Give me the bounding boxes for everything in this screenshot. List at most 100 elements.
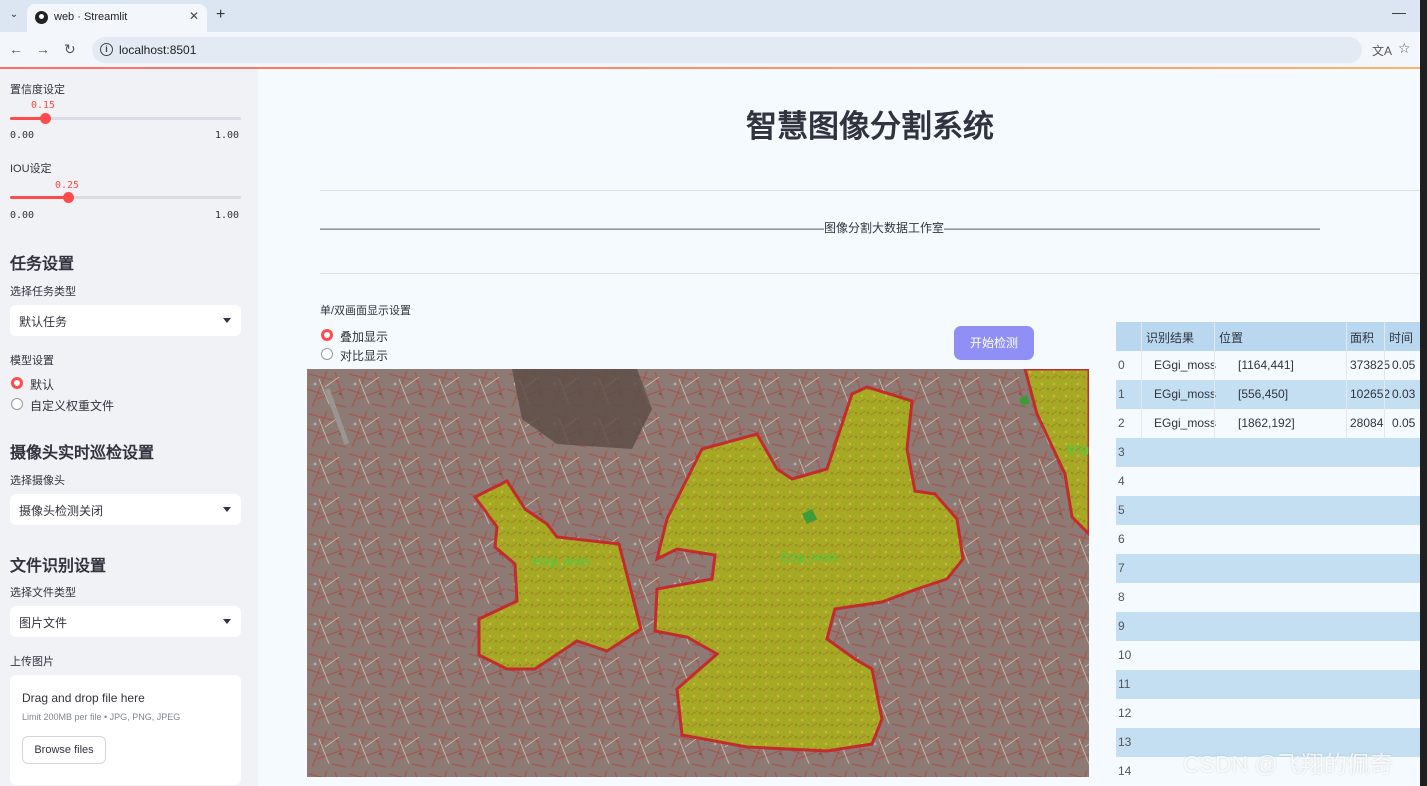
task-type-label: 选择任务类型 [10,286,76,298]
info-icon[interactable]: i [100,43,113,56]
studio-banner: ————————————————————————————————————————… [320,221,1320,235]
plus-icon[interactable]: + [216,6,225,24]
column-header-area[interactable]: 面积 [1350,329,1374,346]
table-row[interactable]: 4 [1116,467,1420,496]
file-type-select[interactable]: 图片文件 [10,606,241,637]
segmentation-canvas: EGgi_moss EGgi_moss EGgi_moss [307,369,1089,777]
confidence-slider-thumb[interactable] [39,113,51,124]
cell-result: EGgi_moss [1154,387,1217,401]
browser-window: ⌄ web · Streamlit ✕ + — ← → ↻ i localhos… [0,0,1420,786]
file-uploader-dropzone[interactable]: Drag and drop file here Limit 200MB per … [10,675,241,785]
file-heading: 文件识别设置 [10,558,107,575]
table-row[interactable]: 2 EGgi_moss [1862,192] 28084 0.05 [1116,409,1420,438]
camera-heading: 摄像头实时巡检设置 [10,445,155,462]
model-option-label: 自定义权重文件 [30,399,115,413]
star-icon[interactable]: ☆ [1398,40,1411,57]
column-divider [1384,322,1385,438]
column-header-time[interactable]: 时间 [1389,329,1413,346]
minimize-icon[interactable]: — [1392,4,1406,20]
file-type-value: 图片文件 [19,616,68,630]
chevron-down-icon [223,318,231,323]
row-index: 5 [1118,503,1125,517]
browse-files-button[interactable]: Browse files [22,736,106,764]
column-header-result[interactable]: 识别结果 [1146,329,1194,346]
watermark: CSDN @飞翔的佩奇 [1183,751,1393,777]
table-row[interactable]: 10 [1116,641,1420,670]
cell-position: [556,450] [1238,387,1289,401]
sidebar: 置信度设定 0.15 0.00 1.00 IOU设定 0.25 0.00 1.0… [0,69,258,786]
cell-area: 28084 [1350,416,1384,430]
table-row[interactable]: 5 [1116,496,1420,525]
row-index: 10 [1118,648,1132,662]
row-index: 14 [1118,764,1132,778]
confidence-min: 0.00 [10,130,35,141]
browser-tab[interactable]: web · Streamlit ✕ [27,4,207,32]
table-row[interactable]: 9 [1116,612,1420,641]
cell-position: [1862,192] [1238,416,1295,430]
radio-selected-icon[interactable] [321,329,333,341]
table-row[interactable]: 8 [1116,583,1420,612]
translate-icon[interactable]: 文A [1372,42,1392,59]
cell-result: EGgi_moss [1154,416,1217,430]
chevron-down-icon [223,619,231,624]
row-index: 2 [1118,416,1125,430]
camera-value: 摄像头检测关闭 [19,504,104,518]
model-label: 模型设置 [10,355,54,367]
radio-icon[interactable] [321,348,333,360]
segmentation-result-image: EGgi_moss EGgi_moss EGgi_moss [307,369,1089,777]
page-title: 智慧图像分割系统 [746,109,994,144]
cell-time: 0.05 [1392,358,1416,372]
radio-selected-icon[interactable] [11,377,23,389]
camera-select[interactable]: 摄像头检测关闭 [10,494,241,525]
iou-slider-thumb[interactable] [62,192,74,203]
mask-label: EGgi_moss [533,556,590,568]
address-bar[interactable]: i localhost:8501 [92,37,1362,63]
table-row[interactable]: 1 EGgi_moss [556,450] 102652 0.03 [1116,380,1420,409]
column-header-position[interactable]: 位置 [1219,329,1243,346]
iou-value: 0.25 [55,180,80,191]
start-detection-button[interactable]: 开始检测 [954,326,1034,360]
tab-title: web · Streamlit [54,11,128,23]
display-option-label: 对比显示 [340,349,389,363]
close-icon[interactable]: ✕ [189,9,199,23]
row-index: 1 [1118,387,1125,401]
iou-label: IOU设定 [10,163,52,175]
main-content: 智慧图像分割系统 ———————————————————————————————… [258,69,1420,786]
confidence-label: 置信度设定 [10,84,65,96]
chevron-down-icon [223,507,231,512]
column-divider [1346,322,1347,438]
cell-time: 0.05 [1392,416,1416,430]
address-toolbar: ← → ↻ i localhost:8501 [0,32,1420,68]
table-row[interactable]: 3 [1116,438,1420,467]
table-row[interactable]: 12 [1116,699,1420,728]
display-mode-label: 单/双画面显示设置 [320,305,412,317]
file-type-label: 选择文件类型 [10,587,76,599]
table-row[interactable]: 0 EGgi_moss [1164,441] 373825 0.05 [1116,351,1420,380]
upload-title: Drag and drop file here [22,691,145,705]
back-arrow-icon[interactable]: ← [9,41,23,57]
row-index: 3 [1118,445,1125,459]
iou-slider[interactable] [10,192,241,203]
confidence-value: 0.15 [31,100,56,111]
mask-label: EGgi_moss [781,552,838,564]
reload-icon[interactable]: ↻ [64,41,76,58]
table-row[interactable]: 11 [1116,670,1420,699]
model-option-label: 默认 [30,378,55,392]
confidence-slider[interactable] [10,113,241,124]
iou-max: 1.00 [215,210,240,221]
table-row[interactable]: 6 [1116,525,1420,554]
display-option-label: 叠加显示 [340,330,389,344]
task-heading: 任务设置 [10,256,75,273]
result-table[interactable]: 识别结果 位置 面积 时间 0 EGgi_moss [1164,441] 373825… [1116,322,1420,786]
forward-arrow-icon[interactable]: → [36,41,50,57]
url-text[interactable]: localhost:8501 [119,43,196,57]
divider [320,273,1420,274]
tab-search-icon[interactable]: ⌄ [6,7,22,23]
row-index: 6 [1118,532,1125,546]
radio-icon[interactable] [11,398,23,410]
task-type-select[interactable]: 默认任务 [10,305,241,336]
tab-strip: ⌄ web · Streamlit ✕ + — [0,0,1420,32]
row-index: 0 [1118,358,1125,372]
cell-result: EGgi_moss [1154,358,1217,372]
table-row[interactable]: 7 [1116,554,1420,583]
